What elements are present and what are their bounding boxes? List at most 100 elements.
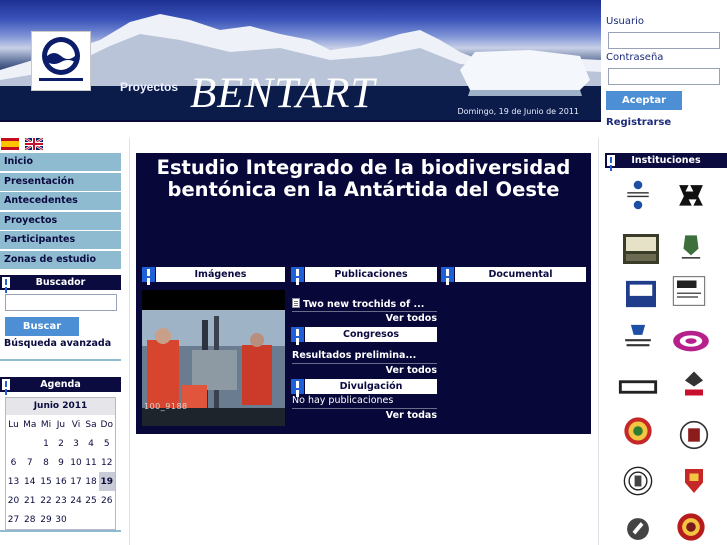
divider [0,359,121,361]
universidad-complutense-logo[interactable] [673,420,715,450]
bentart-logo [31,31,91,91]
calendar-empty-cell [6,434,21,453]
publication-item[interactable]: Two new trochids of ... [292,298,424,310]
calendar-day[interactable]: 27 [6,510,21,529]
universidad-pais-vasco-logo[interactable] [670,182,712,212]
universidad-de-vigo-logo[interactable] [670,232,712,262]
calendar-day[interactable]: 11 [83,453,98,472]
calendar-weekday: Mi [40,419,52,430]
uca-logo[interactable] [673,370,715,400]
nav-item-presentacion[interactable]: Presentación [0,172,121,191]
calendar-day[interactable]: 10 [68,453,83,472]
calendar-weekday: Vi [71,419,81,430]
congreso-item[interactable]: Resultados preliminа... [292,350,416,361]
calendar-day[interactable]: 25 [83,491,98,510]
login-panel: Usuario Contraseña Aceptar [601,0,727,124]
calendar-day[interactable]: 6 [6,453,21,472]
publications-section-title: Publicaciones [305,267,437,282]
mmc-logo[interactable] [620,234,662,264]
publications-see-all-link[interactable]: Ver todos [386,313,437,324]
publication-item-text: Two new trochids of ... [303,299,425,310]
current-date: Domingo, 19 de Junio de 2011 [457,107,579,116]
calendar-day[interactable]: 13 [6,472,21,491]
nav-item-proyectos[interactable]: Proyectos [0,211,121,230]
register-link[interactable]: Registrarse [606,117,671,128]
main-navigation: Inicio Presentación Antecedentes Proyect… [0,153,121,271]
calendar-day[interactable]: 30 [53,510,68,529]
uam-logo[interactable] [617,372,659,402]
calendar-day[interactable]: 9 [53,453,68,472]
calendar-day[interactable]: 24 [68,491,83,510]
nav-item-inicio[interactable]: Inicio [0,153,121,171]
nav-item-antecedentes[interactable]: Antecedentes [0,192,121,211]
calendar-day[interactable]: 14 [21,472,38,491]
main-content-panel: Estudio Integrado de la biodiversidad be… [136,153,591,434]
spanish-flag-icon[interactable] [1,138,19,150]
uab-logo[interactable] [668,276,710,306]
password-input[interactable] [608,68,720,85]
calendar-day[interactable]: 15 [38,472,53,491]
calendar-day[interactable]: 8 [38,453,53,472]
user-label: Usuario [606,16,645,27]
congresos-section-header: Congresos [291,327,437,342]
calendar-empty-cell [21,434,38,453]
calendar-day[interactable]: 12 [99,453,116,472]
documental-section-title: Documental [455,267,586,282]
page-title: Estudio Integrado de la biodiversidad be… [136,157,591,201]
universidad-de-alicante-logo[interactable] [617,322,659,352]
university-seal-logo[interactable] [617,416,659,446]
calendar-empty-cell [83,510,98,529]
calendar-day[interactable]: 19 [98,472,115,491]
calendar-day[interactable]: 1 [38,434,53,453]
search-section-title: Buscador [35,277,86,288]
calendar-day[interactable]: 21 [21,491,38,510]
calendar-day[interactable]: 18 [83,472,98,491]
institutions-section-header: Instituciones [605,153,727,168]
advanced-search-link[interactable]: Búsqueda avanzada [4,338,111,349]
calendar-empty-cell [99,510,116,529]
calendar-day[interactable]: 20 [6,491,21,510]
search-input[interactable] [5,294,117,311]
proyectos-label: Proyectos [120,80,179,94]
divulgacion-see-all-link[interactable]: Ver todas [386,410,437,421]
document-icon [292,298,300,308]
info-icon [605,153,617,168]
calendar-day[interactable]: 2 [53,434,68,453]
university-crest-logo[interactable] [617,466,659,496]
info-icon [0,377,12,392]
usc-logo[interactable] [620,279,662,309]
universidad-de-sevilla-logo[interactable] [670,512,712,542]
info-icon [291,379,304,394]
agenda-section-title: Agenda [40,379,81,390]
calendar-day[interactable]: 23 [53,491,68,510]
info-icon [291,327,304,342]
calendar-day[interactable]: 26 [99,491,116,510]
calendar-day[interactable]: 22 [38,491,53,510]
calendar-day[interactable]: 29 [38,510,53,529]
calendar-day[interactable]: 3 [68,434,83,453]
calendar-day[interactable]: 28 [21,510,38,529]
nav-item-zonas-de-estudio[interactable]: Zonas de estudio [0,250,121,269]
universidad-de-leon-logo[interactable] [673,466,715,496]
nav-item-participantes[interactable]: Participantes [0,231,121,250]
calendar-day[interactable]: 4 [83,434,98,453]
accept-button[interactable]: Aceptar [606,91,682,110]
university-round-logo[interactable] [617,514,659,544]
images-section-header: Imágenes [142,267,285,282]
congresos-see-all-link[interactable]: Ver todos [386,365,437,376]
publications-section-header: Publicaciones [291,267,437,282]
calendar-day[interactable]: 5 [99,434,116,453]
column-divider [598,138,599,545]
calendar-weekday: Sa [85,419,97,430]
calendar-day[interactable]: 16 [53,472,68,491]
calendar-day[interactable]: 7 [21,453,38,472]
search-button[interactable]: Buscar [5,317,79,336]
header-banner: Proyectos BENTART Domingo, 19 de Junio d… [0,0,601,122]
divulgacion-empty-text: No hay publicaciones [292,395,394,406]
universidad-de-murcia-logo[interactable] [670,326,712,356]
info-icon [291,267,304,282]
english-flag-icon[interactable] [25,138,43,150]
user-input[interactable] [608,32,720,49]
calendar-day[interactable]: 17 [68,472,83,491]
universitat-de-barcelona-logo[interactable] [617,180,659,210]
